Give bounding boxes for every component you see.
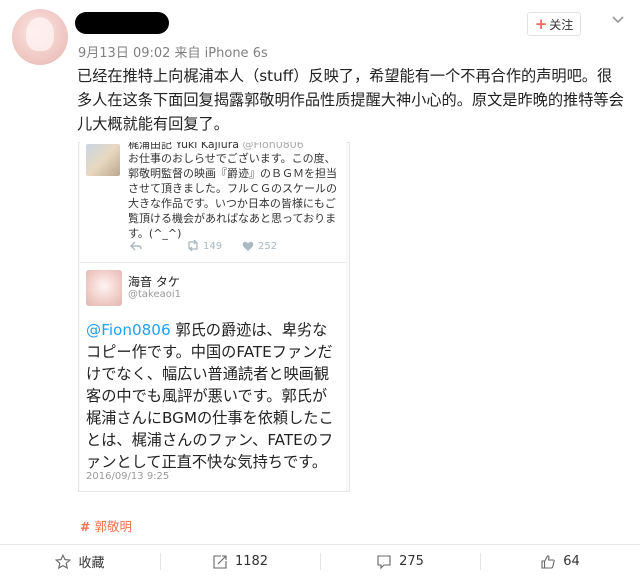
plus-icon: + [534,15,548,33]
user-avatar[interactable] [12,9,68,65]
tweet-date: 2016/09/13 9:25 [86,471,170,482]
favorite-button[interactable]: 收藏 [0,545,160,578]
repost-icon [213,554,227,569]
reply-icon [130,241,142,254]
mention-link: @Fion0806 [86,321,171,339]
tweet-card-2: 海音 タケ @takeaoi1 @Fion0806 郭氏の爵迹は、卑劣なコピー作… [80,263,346,492]
tweet-card-1: 梶浦由記 Yuki Kajiura @Fion0806 お仕事のおしらせでござい… [80,142,346,263]
star-icon [55,553,72,569]
post-text: 已经在推特上向梶浦本人（stuff）反映了，希望能有一个不再合作的声明吧。很多人… [77,67,624,133]
follow-label: 关注 [549,17,574,32]
repost-count: 1182 [234,554,269,569]
follow-button[interactable]: + 关注 [527,12,581,36]
retweet-count: 149 [203,241,223,252]
tweet-text: @Fion0806 郭氏の爵迹は、卑劣なコピー作です。中国のFATEファンだけで… [86,321,334,471]
like-count: 64 [563,554,580,569]
thumbs-up-icon [541,554,555,569]
post-meta: 9月13日 09:02 来自 iPhone 6s [78,46,268,61]
comment-icon [377,554,391,569]
topic-tag[interactable]: # 郭敬明 [80,516,132,535]
like-count: 252 [258,241,278,252]
comment-button[interactable]: 275 [320,545,480,578]
tweet-avatar [86,270,122,306]
repost-button[interactable]: 1182 [160,545,320,578]
favorite-label: 收藏 [78,556,105,571]
tweet-avatar [86,144,120,176]
like-button[interactable]: 64 [480,545,640,578]
tweet-actions: 149 252 [128,239,342,255]
comment-count: 275 [399,554,424,569]
redacted-username [75,12,169,34]
chevron-down-icon[interactable] [611,13,625,27]
heart-icon [242,241,254,255]
tweet-handle: @takeaoi1 [128,289,182,300]
retweet-icon [186,239,200,254]
hashtag-icon: # [80,519,91,534]
tweet-text: お仕事のおしらせでございます。この度、郭敬明監督の映画『爵迹』のＢＧＭを担当させ… [128,152,337,240]
tweet-author: 海音 タケ [128,275,180,289]
